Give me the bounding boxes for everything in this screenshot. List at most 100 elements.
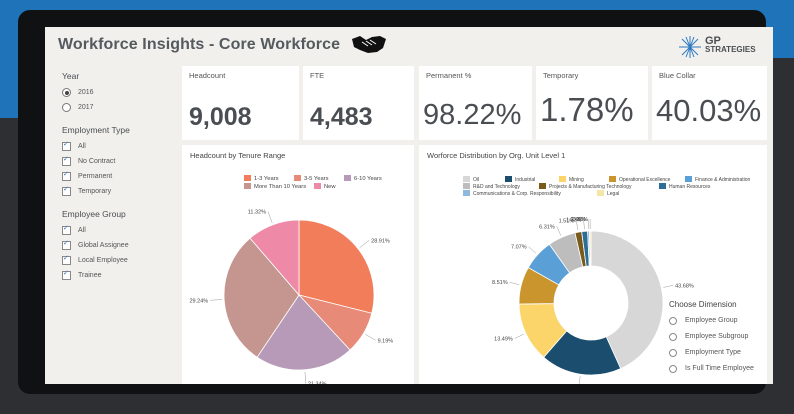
org-chart-panel: Worforce Distribution by Org. Unit Level… [419, 145, 767, 384]
data-label-1-3-years: 28.91% [371, 238, 390, 244]
legend-swatch-more-than-10-years [244, 183, 251, 189]
legend-label-r-d-and-technology: R&D and Technology [473, 184, 520, 190]
dimension-option-full-time[interactable]: Is Full Time Employee [669, 365, 773, 373]
choose-dimension-panel: Choose Dimension Employee Group Employee… [669, 300, 773, 381]
employment-type-option-all[interactable]: All [62, 139, 172, 154]
data-label-r-d-and-technology: 6.31% [539, 224, 555, 230]
kpi-value: 4,483 [310, 103, 373, 131]
radio-icon [62, 103, 71, 112]
data-label-leader [528, 246, 537, 254]
year-option-2017[interactable]: 2017 [62, 100, 172, 115]
employee-group-option-local-employee[interactable]: Local Employee [62, 253, 172, 268]
legend-label-human-resources: Human Resources [669, 184, 711, 190]
legend-swatch-communications-corp-responsibility [463, 190, 470, 196]
employment-type-filter-title: Employment Type [62, 125, 130, 135]
data-label-leader [578, 376, 581, 384]
radio-icon [669, 333, 677, 341]
handshake-icon [352, 36, 386, 53]
data-label-leader [663, 285, 674, 288]
radio-icon [669, 365, 677, 373]
kpi-card-permanent[interactable]: Permanent % 98.22% [419, 66, 532, 140]
kpi-label: Blue Collar [659, 71, 696, 80]
page-title: Workforce Insights - Core Workforce [58, 36, 341, 53]
radio-selected-icon [62, 88, 71, 97]
checkbox-checked-icon [62, 269, 71, 280]
filter-panel: Year 2016 2017 Employment Type All No Co… [62, 71, 172, 283]
kpi-value: 98.22% [423, 99, 522, 131]
legend-swatch-finance-administration [685, 176, 692, 182]
employment-type-option-no-contract[interactable]: No Contract [62, 154, 172, 169]
choose-dimension-title: Choose Dimension [669, 300, 737, 309]
legend-label-6-10-years: 6-10 Years [354, 176, 382, 182]
employee-group-option-all[interactable]: All [62, 223, 172, 238]
kpi-label: Headcount [189, 71, 226, 80]
legend-swatch-3-5-years [294, 175, 301, 181]
logo-burst-icon [679, 36, 701, 58]
checkbox-checked-icon [62, 170, 71, 181]
kpi-card-headcount[interactable]: Headcount 9,008 [182, 66, 299, 140]
radio-icon [669, 317, 677, 325]
kpi-label: FTE [310, 71, 325, 80]
kpi-label: Temporary [543, 71, 579, 80]
legend-swatch-6-10-years [344, 175, 351, 181]
tenure-chart-panel: Headcount by Tenure Range 1-3 Years 3-5 Y… [182, 145, 414, 384]
data-label-leader [556, 226, 562, 236]
data-label-leader [304, 371, 307, 384]
year-option-2016[interactable]: 2016 [62, 85, 172, 100]
dimension-option-employee-group[interactable]: Employee Group [669, 317, 773, 325]
legend-label-1-3-years: 1-3 Years [254, 176, 279, 182]
employment-type-option-permanent[interactable]: Permanent [62, 169, 172, 184]
data-label-leader [514, 333, 524, 339]
year-filter-title: Year [62, 71, 80, 81]
employee-group-option-trainee[interactable]: Trainee [62, 268, 172, 283]
legend-swatch-human-resources [659, 183, 666, 189]
kpi-label: Permanent % [426, 71, 472, 80]
data-label-leader [359, 240, 370, 248]
data-label-3-5-years: 9.19% [378, 338, 394, 344]
checkbox-checked-icon [62, 185, 71, 196]
legend-swatch-legal [597, 190, 604, 196]
legend-label-communications-corp-responsibility: Communications & Corp. Responsibility [473, 191, 561, 197]
kpi-card-fte[interactable]: FTE 4,483 [303, 66, 414, 140]
kpi-card-blue-collar[interactable]: Blue Collar 40.03% [652, 66, 767, 140]
data-label-more-than-10-years: 29.24% [189, 298, 208, 304]
legend-swatch-oil [463, 176, 470, 182]
employment-type-option-temporary[interactable]: Temporary [62, 184, 172, 199]
legend-label-oil: Oil [473, 177, 479, 183]
legend-swatch-mining [559, 176, 566, 182]
legend-label-finance-administration: Finance & Administration [695, 177, 751, 183]
legend-label-mining: Mining [569, 177, 584, 183]
gp-strategies-logo: GP STRATEGIES [677, 35, 767, 59]
legend-label-projects-manufacturing-technology: Projects & Manufacturing Technology [549, 184, 632, 190]
dimension-option-employee-subgroup[interactable]: Employee Subgroup [669, 333, 773, 341]
data-label-leader [365, 334, 376, 341]
checkbox-checked-icon [62, 224, 71, 235]
employee-group-option-global-assignee[interactable]: Global Assignee [62, 238, 172, 253]
data-label-leader [210, 299, 223, 301]
kpi-card-temporary[interactable]: Temporary 1.78% [536, 66, 648, 140]
legend-label-more-than-10-years: More Than 10 Years [254, 184, 306, 190]
data-label-legal: 0.36% [572, 217, 588, 223]
legend-label-3-5-years: 3-5 Years [304, 176, 329, 182]
checkbox-checked-icon [62, 239, 71, 250]
legend-swatch-1-3-years [244, 175, 251, 181]
legend-label-legal: Legal [607, 191, 619, 197]
legend-swatch-projects-manufacturing-technology [539, 183, 546, 189]
data-label-finance-administration: 7.07% [511, 245, 527, 251]
dimension-option-employment-type[interactable]: Employment Type [669, 349, 773, 357]
tenure-pie-chart: 1-3 Years 3-5 Years 6-10 Years More Than 10… [189, 175, 394, 384]
checkbox-checked-icon [62, 254, 71, 265]
checkbox-checked-icon [62, 140, 71, 151]
logo-text-strategies: STRATEGIES [705, 45, 756, 54]
kpi-value: 9,008 [189, 103, 252, 131]
legend-swatch-operational-excellence [609, 176, 616, 182]
data-label-operational-excellence: 8.51% [492, 280, 508, 286]
data-label-6-10-years: 21.34% [308, 382, 327, 384]
legend-label-industrial: Industrial [515, 177, 535, 183]
legend-label-new: New [324, 184, 336, 190]
radio-icon [669, 349, 677, 357]
data-label-oil: 43.68% [675, 283, 694, 289]
data-label-leader [267, 211, 273, 223]
legend-swatch-industrial [505, 176, 512, 182]
legend-swatch-new [314, 183, 321, 189]
